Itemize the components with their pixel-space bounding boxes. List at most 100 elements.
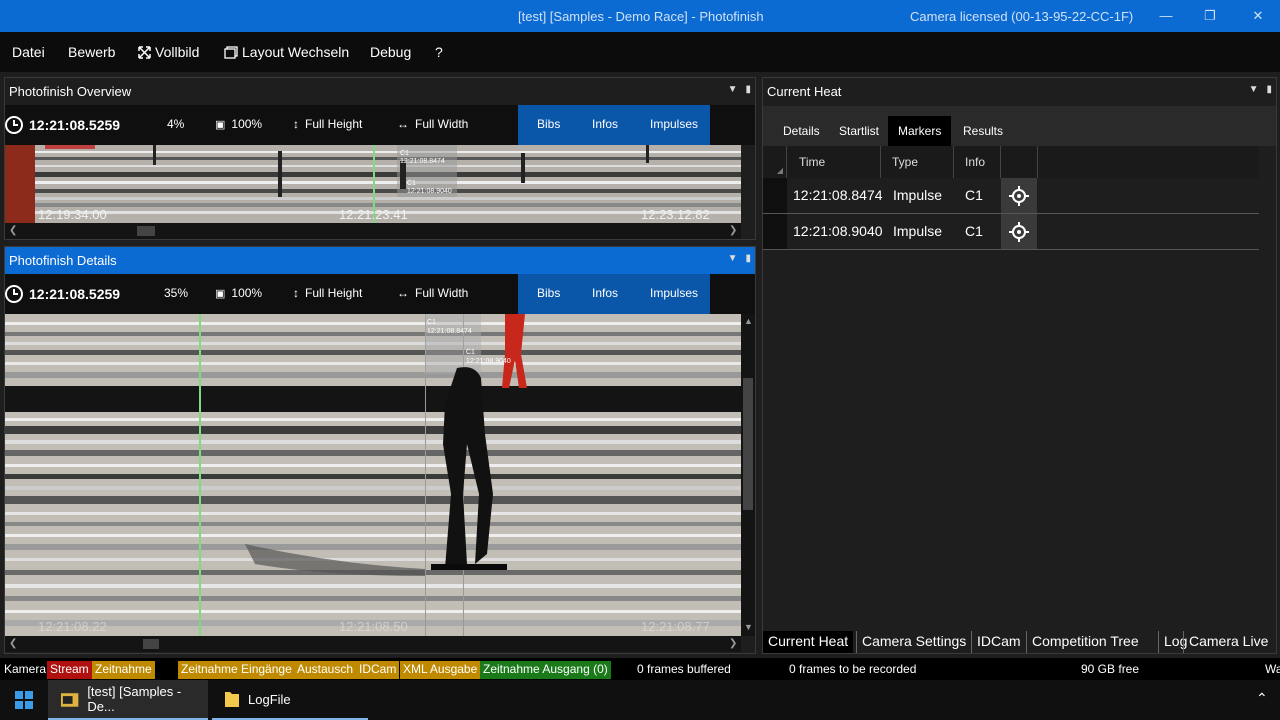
details-toggle-group: Bibs Infos Impulses (518, 274, 710, 314)
overview-bibs-button[interactable]: Bibs (537, 117, 560, 131)
fullscreen-icon (138, 45, 151, 59)
table-row[interactable]: 12:21:08.9040 Impulse C1 (763, 214, 1259, 250)
clock-icon (5, 116, 23, 134)
menu-vollbild[interactable]: Vollbild (138, 44, 199, 60)
details-axis-center: 12:21:08.50 (339, 619, 408, 634)
scroll-up-icon[interactable]: ▲ (744, 316, 753, 326)
dropdown-icon[interactable]: ▼ (1249, 84, 1259, 95)
status-truncated: Wa (1265, 662, 1280, 676)
scroll-left-icon[interactable]: ❮ (9, 638, 17, 649)
menu-bewerb[interactable]: Bewerb (68, 44, 115, 60)
pin-icon[interactable]: ▮ (745, 84, 751, 95)
menu-debug[interactable]: Debug (370, 44, 411, 60)
status-disk-free: 90 GB free (1081, 662, 1140, 676)
details-bibs-button[interactable]: Bibs (537, 286, 560, 300)
details-full-width-label: Full Width (415, 286, 469, 300)
tab-markers[interactable]: Markers (888, 116, 952, 146)
task-logfile-label: LogFile (248, 691, 291, 707)
tab-idcam[interactable]: IDCam (971, 631, 1026, 653)
overview-scale[interactable]: ▣ 100% (215, 117, 262, 131)
overview-scroll-thumb[interactable] (137, 226, 155, 236)
details-axis-right: 12:21:08.77 (641, 619, 710, 634)
details-marker-2: C1 (466, 349, 475, 356)
menu-vollbild-label: Vollbild (155, 44, 200, 60)
scale-icon: ▣ (215, 118, 226, 131)
taskbar: [test] [Samples - De... LogFile ⌃ (0, 680, 1280, 720)
details-zoom[interactable]: 35% (164, 286, 188, 300)
tab-details[interactable]: Details (773, 116, 830, 146)
start-button[interactable] (0, 680, 48, 720)
tray-chevron-icon[interactable]: ⌃ (1256, 690, 1268, 707)
details-image[interactable]: C1 12:21:08.8474 C1 12:21:08.9040 12:21:… (5, 314, 741, 636)
pin-icon[interactable]: ▮ (1266, 84, 1272, 95)
details-vscroll[interactable]: ▲ ▼ (741, 314, 755, 636)
overview-full-height[interactable]: ↕ Full Height (293, 117, 362, 131)
status-stream[interactable]: Stream (47, 661, 92, 679)
details-scale-value: 100% (231, 286, 263, 300)
menu-bar: Datei Bewerb Vollbild Layout Wechseln De… (0, 32, 1280, 72)
dropdown-icon[interactable]: ▼ (728, 253, 738, 264)
tab-startlist[interactable]: Startlist (829, 116, 889, 146)
menu-help[interactable]: ? (435, 44, 443, 60)
row-header (763, 214, 787, 249)
tab-camera-live[interactable]: Camera Live (1183, 631, 1273, 653)
details-vscroll-thumb[interactable] (743, 378, 753, 510)
menu-layout[interactable]: Layout Wechseln (224, 44, 349, 60)
details-impulses-button[interactable]: Impulses (650, 286, 698, 300)
scroll-down-icon[interactable]: ▼ (744, 622, 753, 632)
status-xml-ausgabe[interactable]: XML Ausgabe (400, 661, 481, 679)
details-photo: C1 12:21:08.8474 C1 12:21:08.9040 (5, 314, 741, 636)
details-full-width[interactable]: ↔ Full Width (397, 286, 468, 300)
scroll-right-icon[interactable]: ❯ (729, 225, 737, 236)
license-status: Camera licensed (00-13-95-22-CC-1F) (910, 9, 1134, 24)
overview-infos-button[interactable]: Infos (592, 117, 618, 131)
overview-scale-value: 100% (231, 117, 263, 131)
overview-toggle-group: Bibs Infos Impulses (518, 105, 710, 145)
row-info: C1 (965, 187, 983, 203)
tab-current-heat[interactable]: Current Heat (763, 631, 854, 653)
overview-full-width[interactable]: ↔ Full Width (397, 117, 468, 131)
status-zeitnahme-eingaenge[interactable]: Zeitnahme Eingänge (178, 661, 295, 679)
column-type[interactable]: Type (892, 155, 918, 169)
menu-datei[interactable]: Datei (12, 44, 45, 60)
tab-competition-tree[interactable]: Competition Tree (1026, 631, 1144, 653)
overview-marker-1: C1 (400, 150, 409, 157)
row-time: 12:21:08.8474 (793, 187, 883, 203)
overview-image[interactable]: C1 12:21:08.8474 C1 12:21:08.9040 12:19:… (5, 145, 741, 223)
crosshair-icon (1009, 221, 1029, 242)
pin-icon[interactable]: ▮ (745, 253, 751, 264)
overview-scrollbar[interactable]: ❮ ❯ (5, 223, 741, 239)
overview-zoom[interactable]: 4% (167, 117, 184, 131)
details-scroll-thumb[interactable] (143, 639, 159, 649)
details-infos-button[interactable]: Infos (592, 286, 618, 300)
locate-button[interactable] (1001, 214, 1037, 249)
task-logfile[interactable]: LogFile (212, 680, 368, 720)
column-time[interactable]: Time (799, 155, 825, 169)
details-full-height[interactable]: ↕ Full Height (293, 286, 362, 300)
details-toolbar: 12:21:08.5259 35% ▣ 100% ↕ Full Height ↔ Fu… (5, 274, 755, 314)
close-icon[interactable]: ✕ (1248, 6, 1268, 26)
status-idcam[interactable]: IDCam (356, 661, 400, 679)
column-divider (880, 146, 881, 178)
status-zeitnahme[interactable]: Zeitnahme (92, 661, 155, 679)
column-info[interactable]: Info (965, 155, 985, 169)
scroll-left-icon[interactable]: ❮ (9, 225, 17, 236)
details-scale[interactable]: ▣ 100% (215, 286, 262, 300)
task-photofinish[interactable]: [test] [Samples - De... (48, 680, 208, 720)
clock-icon (5, 285, 23, 303)
details-scrollbar[interactable]: ❮ ❯ (5, 636, 741, 652)
locate-button[interactable] (1001, 178, 1037, 213)
scroll-right-icon[interactable]: ❯ (729, 638, 737, 649)
tab-camera-settings[interactable]: Camera Settings (856, 631, 971, 653)
details-full-height-label: Full Height (305, 286, 363, 300)
details-marker-1-time: 12:21:08.8474 (427, 328, 472, 335)
dropdown-icon[interactable]: ▼ (728, 84, 738, 95)
status-zeitnahme-ausgang[interactable]: Zeitnahme Ausgang (0) (480, 661, 611, 679)
tab-results[interactable]: Results (953, 116, 1013, 146)
overview-axis-left: 12:19:34.00 (38, 207, 107, 222)
restore-icon[interactable]: ❐ (1200, 6, 1220, 26)
minimize-icon[interactable]: — (1156, 6, 1176, 26)
table-row[interactable]: 12:21:08.8474 Impulse C1 (763, 178, 1259, 214)
status-austausch[interactable]: Austausch (294, 661, 357, 679)
overview-impulses-button[interactable]: Impulses (650, 117, 698, 131)
